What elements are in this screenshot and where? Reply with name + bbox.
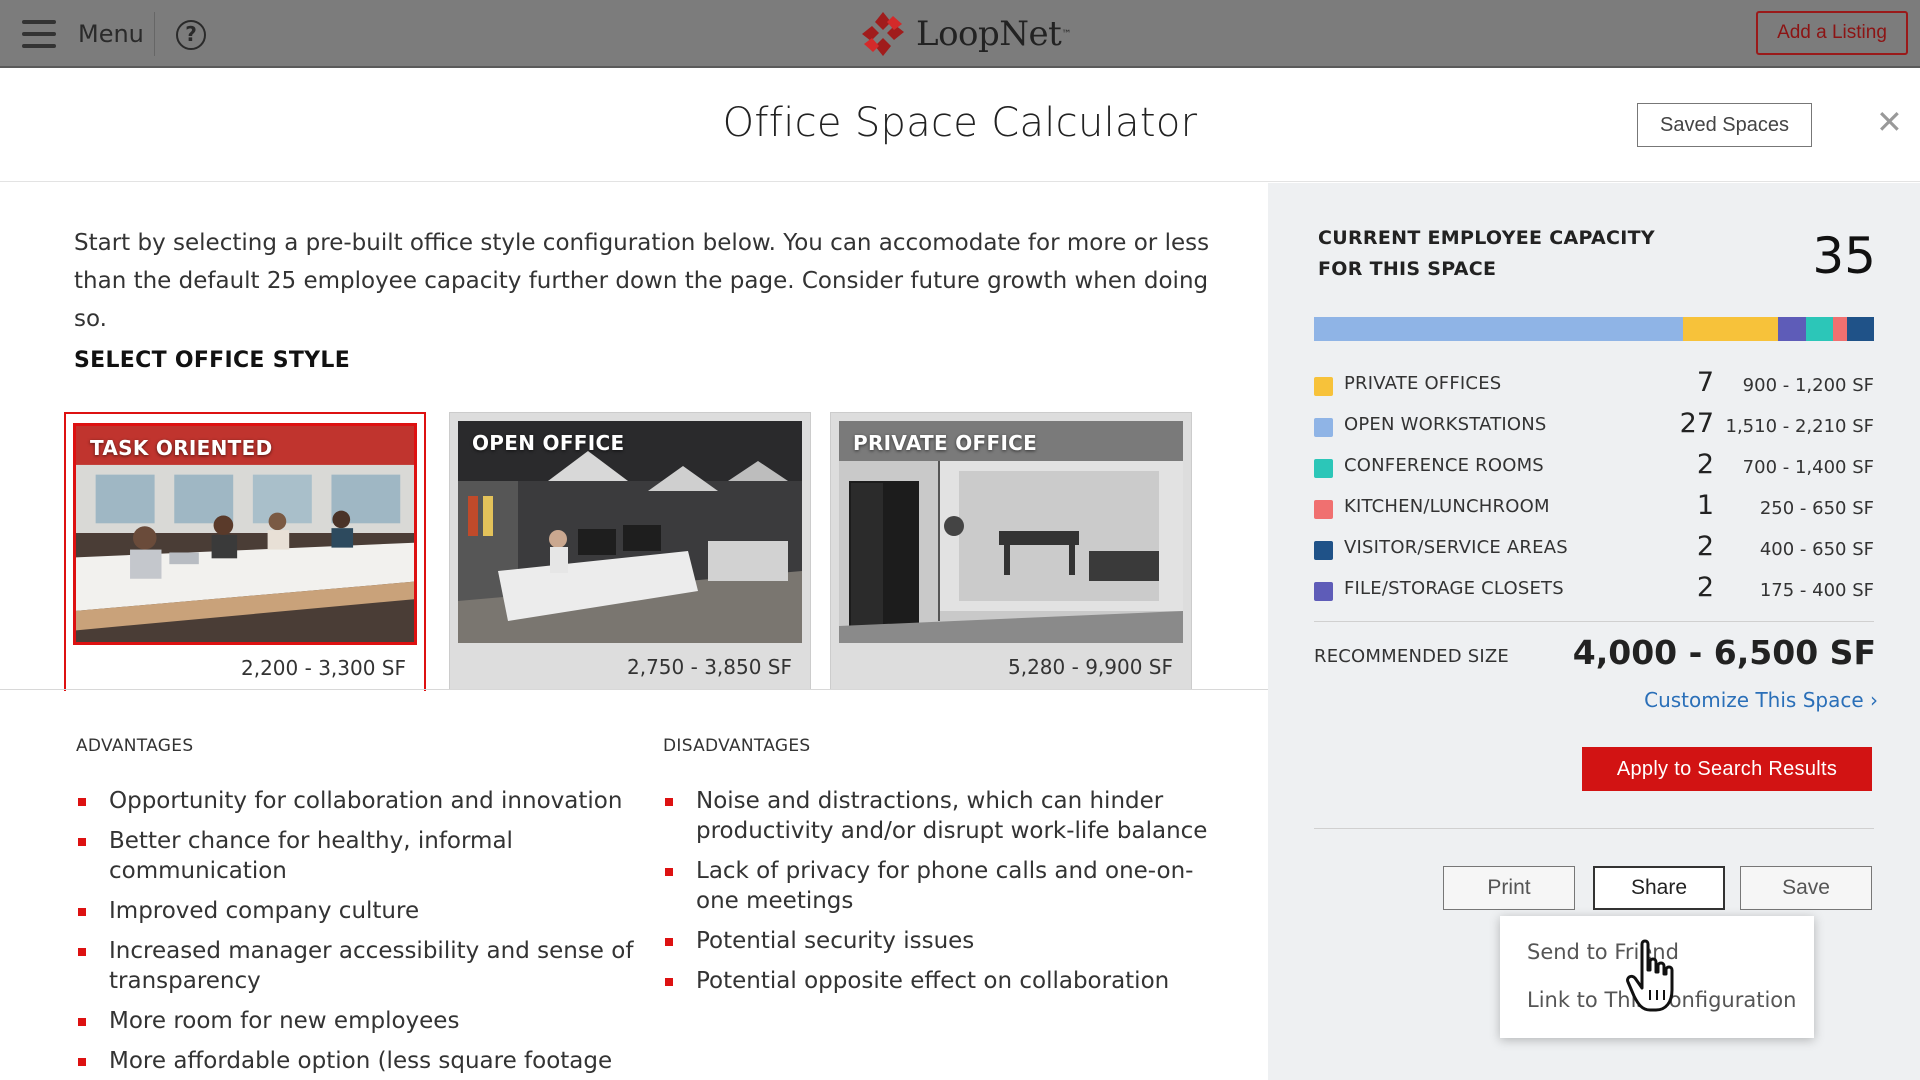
close-icon[interactable]: ✕ (1876, 106, 1903, 138)
hand-pointer-cursor-icon (1626, 939, 1674, 1012)
office-style-card-open-office[interactable]: OPEN OFFICE 2,750 - 3,850 SF (449, 412, 811, 690)
legend-count: 2 (1696, 572, 1714, 603)
legend-sf: 1,510 - 2,210 SF (1725, 416, 1875, 437)
list-item: Opportunity for collaboration and innova… (76, 786, 636, 816)
list-item: Potential security issues (663, 926, 1223, 956)
add-listing-button[interactable]: Add a Listing (1756, 11, 1908, 55)
legend-row-visitor-service-areas: VISITOR/SERVICE AREAS 2 400 - 650 SF (1314, 531, 1874, 576)
legend-swatch (1314, 500, 1333, 519)
capacity-legend: PRIVATE OFFICES 7 900 - 1,200 SF OPEN WO… (1314, 367, 1875, 617)
legend-sf: 400 - 650 SF (1759, 539, 1874, 560)
legend-swatch (1314, 377, 1333, 396)
legend-count: 2 (1696, 449, 1714, 480)
apply-to-search-results-button[interactable]: Apply to Search Results (1582, 747, 1872, 791)
legend-count: 7 (1696, 367, 1714, 398)
list-item: Lack of privacy for phone calls and one-… (663, 856, 1223, 916)
office-style-label: TASK ORIENTED (90, 436, 273, 460)
office-style-sf: 2,750 - 3,850 SF (627, 655, 792, 679)
menu-label[interactable]: Menu (78, 20, 144, 48)
top-nav: Menu ? LoopNet ™ Add a Listing (0, 0, 1920, 68)
modal-header: Office Space Calculator Saved Spaces ✕ (0, 70, 1920, 182)
panel-divider (1314, 621, 1874, 622)
private-office-photo: PRIVATE OFFICE (839, 421, 1183, 643)
loopnet-logo[interactable]: LoopNet ™ (858, 10, 1071, 58)
disadvantages-list: Noise and distractions, which can hinder… (663, 786, 1223, 1006)
saved-spaces-button[interactable]: Saved Spaces (1637, 103, 1812, 147)
list-item: Improved company culture (76, 896, 636, 926)
advantages-heading: ADVANTAGES (76, 736, 194, 756)
select-office-style-heading: SELECT OFFICE STYLE (74, 348, 351, 373)
section-divider (0, 689, 1268, 690)
legend-name: CONFERENCE ROOMS (1344, 455, 1544, 476)
intro-text: Start by selecting a pre-built office st… (74, 230, 1210, 332)
loopnet-logo-icon (862, 12, 904, 56)
legend-count: 2 (1696, 531, 1714, 562)
capacity-bar-segment (1833, 317, 1847, 341)
page-title: Office Space Calculator (722, 100, 1198, 146)
legend-name: FILE/STORAGE CLOSETS (1344, 578, 1564, 599)
panel-divider (1314, 828, 1874, 829)
task-oriented-photo: TASK ORIENTED (73, 423, 417, 645)
legend-count: 1 (1696, 490, 1714, 521)
help-icon[interactable]: ? (176, 20, 206, 50)
list-item: Increased manager accessibility and sens… (76, 936, 636, 996)
customize-space-link[interactable]: Customize This Space › (1644, 688, 1878, 712)
legend-count: 27 (1679, 408, 1714, 439)
office-style-sf: 5,280 - 9,900 SF (1008, 655, 1173, 679)
capacity-bar-segment (1682, 317, 1779, 341)
list-item: More affordable option (less square foot… (76, 1046, 636, 1076)
legend-row-open-workstations: OPEN WORKSTATIONS 27 1,510 - 2,210 SF (1314, 408, 1875, 453)
list-item: More room for new employees (76, 1006, 636, 1036)
capacity-value: 35 (1812, 227, 1876, 285)
logo-trademark: ™ (1061, 28, 1072, 40)
legend-name: VISITOR/SERVICE AREAS (1344, 537, 1568, 558)
legend-sf: 175 - 400 SF (1759, 580, 1874, 601)
open-office-photo: OPEN OFFICE (458, 421, 802, 643)
office-style-card-private-office[interactable]: PRIVATE OFFICE 5,280 - 9,900 SF (830, 412, 1192, 690)
legend-sf: 250 - 650 SF (1759, 498, 1874, 519)
recommended-size-label: RECOMMENDED SIZE (1314, 646, 1509, 667)
list-item: Potential opposite effect on collaborati… (663, 966, 1223, 996)
advantages-list: Opportunity for collaboration and innova… (76, 786, 636, 1080)
office-style-card-task-oriented[interactable]: TASK ORIENTED 2,200 - 3,300 SF (64, 412, 426, 691)
list-item: Better chance for healthy, informal comm… (76, 826, 636, 886)
capacity-bar-segment (1846, 317, 1874, 341)
disadvantages-heading: DISADVANTAGES (663, 736, 811, 756)
capacity-bar-segment (1778, 317, 1806, 341)
hamburger-menu-icon[interactable] (22, 20, 58, 48)
office-style-label: PRIVATE OFFICE (853, 431, 1038, 455)
legend-swatch (1314, 418, 1333, 437)
legend-row-conference-rooms: CONFERENCE ROOMS 2 700 - 1,400 SF (1314, 449, 1874, 494)
legend-row-private-offices: PRIVATE OFFICES 7 900 - 1,200 SF (1314, 367, 1874, 412)
recommended-size-value: 4,000 - 6,500 SF (1572, 633, 1876, 672)
print-button[interactable]: Print (1443, 866, 1575, 910)
save-button[interactable]: Save (1740, 866, 1872, 910)
legend-name: PRIVATE OFFICES (1344, 373, 1502, 394)
share-button[interactable]: Share (1593, 866, 1725, 910)
legend-swatch (1314, 582, 1333, 601)
office-style-sf: 2,200 - 3,300 SF (241, 656, 406, 680)
legend-name: KITCHEN/LUNCHROOM (1344, 496, 1550, 517)
capacity-label: CURRENT EMPLOYEE CAPACITY FOR THIS SPACE (1318, 227, 1655, 280)
legend-sf: 700 - 1,400 SF (1742, 457, 1874, 478)
legend-swatch (1314, 541, 1333, 560)
capacity-bar-segment (1805, 317, 1833, 341)
legend-swatch (1314, 459, 1333, 478)
legend-sf: 900 - 1,200 SF (1742, 375, 1874, 396)
capacity-bar-segment (1314, 317, 1683, 341)
nav-divider (154, 12, 155, 56)
office-style-label: OPEN OFFICE (472, 431, 625, 455)
legend-name: OPEN WORKSTATIONS (1344, 414, 1547, 435)
legend-row-kitchen-lunchroom: KITCHEN/LUNCHROOM 1 250 - 650 SF (1314, 490, 1874, 535)
legend-row-file-storage-closets: FILE/STORAGE CLOSETS 2 175 - 400 SF (1314, 572, 1874, 617)
logo-text: LoopNet (916, 14, 1062, 54)
list-item: Noise and distractions, which can hinder… (663, 786, 1223, 846)
capacity-bar (1314, 317, 1874, 341)
